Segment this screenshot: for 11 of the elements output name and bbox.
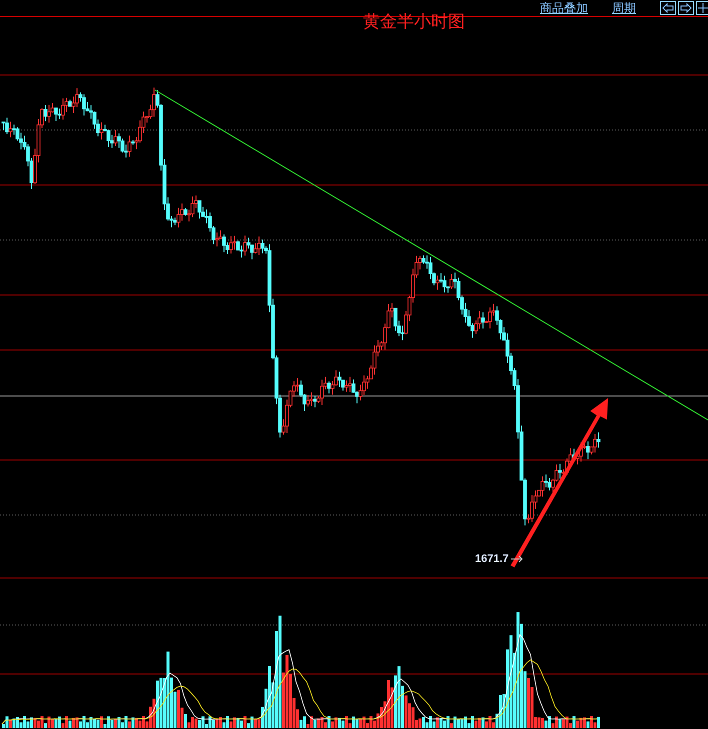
scroll-right-button[interactable] — [678, 1, 694, 15]
scroll-left-button[interactable] — [660, 1, 676, 15]
left-arrow-icon — [662, 3, 674, 13]
toolbar-link[interactable]: 周期 — [612, 1, 636, 15]
low-price-label: 1671.7 — [475, 553, 509, 565]
toolbar-link[interactable]: 商品叠加 — [540, 1, 588, 15]
layout-button[interactable] — [696, 1, 708, 15]
chart-title: 黄金半小时图 — [363, 12, 465, 32]
right-arrow-icon — [510, 555, 523, 563]
right-arrow-icon — [680, 3, 692, 13]
split-icon — [698, 3, 708, 13]
